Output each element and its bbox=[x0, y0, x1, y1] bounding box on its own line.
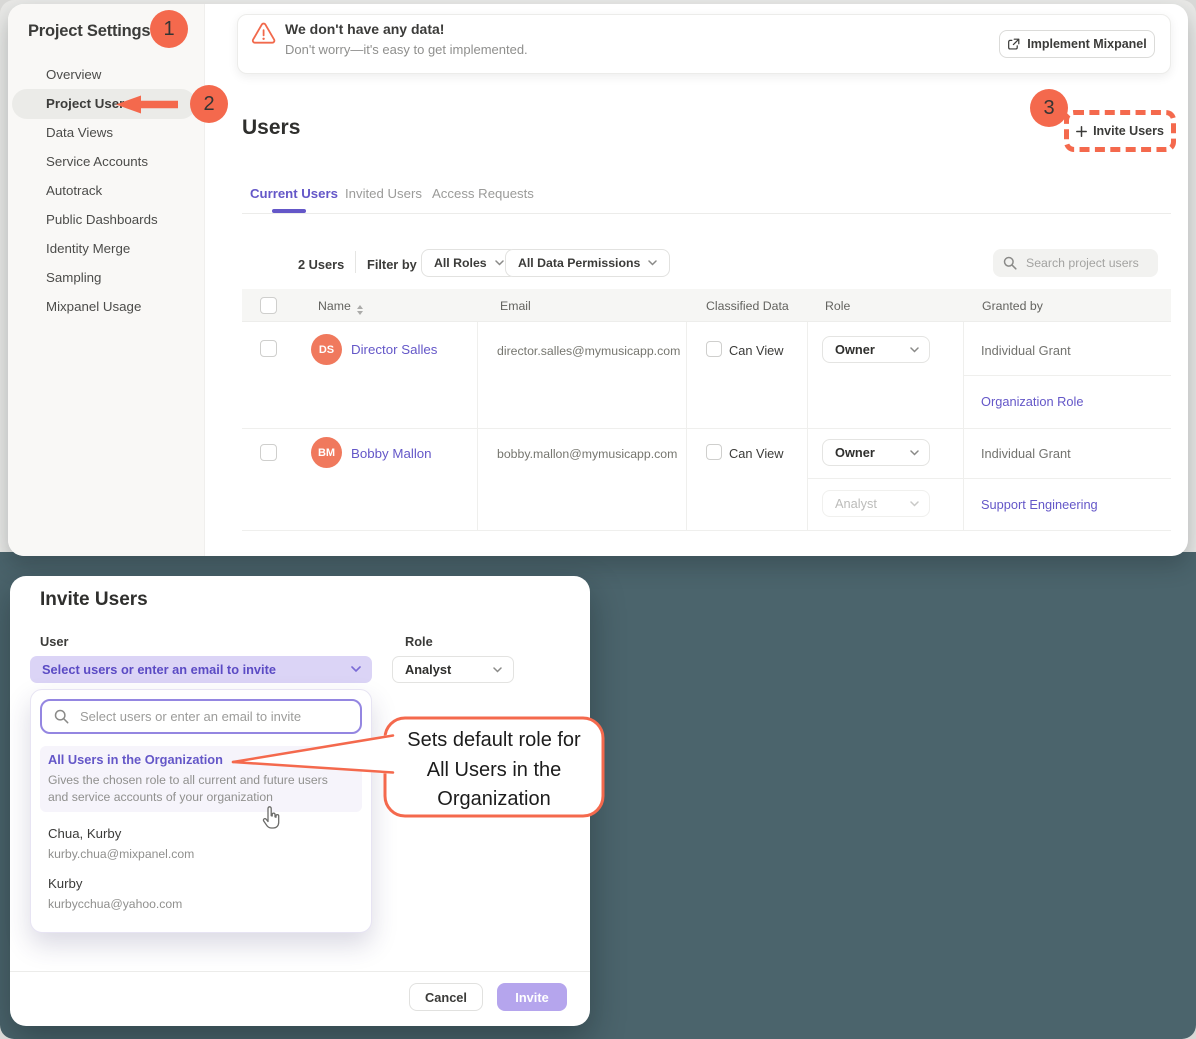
search-icon bbox=[54, 709, 69, 724]
granted-by-value: Individual Grant bbox=[981, 446, 1071, 461]
search-project-users bbox=[993, 249, 1158, 277]
roles-filter-label: All Roles bbox=[434, 256, 487, 270]
role-dropdown[interactable]: Owner bbox=[822, 439, 930, 466]
row-checkbox[interactable] bbox=[260, 444, 277, 461]
toolbar-divider bbox=[355, 251, 356, 273]
plus-icon bbox=[1076, 126, 1087, 137]
role-field-label: Role bbox=[405, 634, 433, 649]
invite-users-button[interactable]: Invite Users bbox=[1072, 120, 1168, 142]
can-view-checkbox[interactable] bbox=[706, 444, 722, 460]
user-name-link[interactable]: Bobby Mallon bbox=[351, 446, 432, 461]
sidebar-item-sampling[interactable]: Sampling bbox=[46, 270, 101, 288]
role-dropdown-disabled: Analyst bbox=[822, 490, 930, 517]
invite-button[interactable]: Invite bbox=[497, 983, 567, 1011]
annotation-badge-1: 1 bbox=[150, 10, 188, 48]
chevron-down-icon bbox=[493, 667, 502, 673]
column-header-name[interactable]: Name bbox=[318, 299, 363, 315]
modal-footer-divider bbox=[10, 971, 590, 972]
warning-icon bbox=[251, 22, 276, 45]
implement-mixpanel-label: Implement Mixpanel bbox=[1027, 37, 1146, 51]
sidebar-item-overview[interactable]: Overview bbox=[46, 67, 101, 85]
option-kurby[interactable]: Kurby kurbycchua@yahoo.com bbox=[48, 876, 182, 913]
user-select-trigger[interactable]: Select users or enter an email to invite bbox=[30, 656, 372, 683]
tab-current-users[interactable]: Current Users bbox=[250, 186, 338, 201]
column-divider bbox=[477, 322, 478, 530]
tab-access-requests[interactable]: Access Requests bbox=[432, 186, 534, 201]
banner-title: We don't have any data! bbox=[285, 21, 444, 37]
sidebar-item-autotrack[interactable]: Autotrack bbox=[46, 183, 102, 201]
chevron-down-icon bbox=[495, 260, 504, 266]
sidebar-item-public-dashboards[interactable]: Public Dashboards bbox=[46, 212, 158, 230]
sort-icon bbox=[357, 305, 363, 315]
table-bottom-border bbox=[242, 530, 1171, 531]
select-all-checkbox[interactable] bbox=[260, 297, 277, 314]
sidebar-item-identity-merge[interactable]: Identity Merge bbox=[46, 241, 130, 259]
sidebar-item-mixpanel-usage[interactable]: Mixpanel Usage bbox=[46, 299, 141, 317]
granted-by-value: Individual Grant bbox=[981, 343, 1071, 358]
column-header-classified: Classified Data bbox=[706, 299, 789, 313]
chevron-down-icon bbox=[351, 666, 361, 673]
option-chua-kurby[interactable]: Chua, Kurby kurby.chua@mixpanel.com bbox=[48, 826, 194, 863]
user-field-label: User bbox=[40, 634, 68, 649]
banner-subtitle: Don't worry—it's easy to get implemented… bbox=[285, 42, 528, 57]
tabs-divider bbox=[242, 213, 1171, 214]
annotation-badge-3: 3 bbox=[1030, 89, 1068, 127]
tab-invited-users[interactable]: Invited Users bbox=[345, 186, 422, 201]
screenshot-root: Project Settings Overview Project Users … bbox=[0, 0, 1196, 1039]
hand-cursor-icon bbox=[260, 806, 282, 830]
user-name-link[interactable]: Director Salles bbox=[351, 342, 437, 357]
user-select-value: Select users or enter an email to invite bbox=[42, 662, 276, 677]
user-count: 2 Users bbox=[298, 257, 344, 272]
chevron-down-icon bbox=[910, 450, 919, 456]
search-icon bbox=[1003, 256, 1017, 270]
role-select-trigger[interactable]: Analyst bbox=[392, 656, 514, 683]
role-dropdown[interactable]: Owner bbox=[822, 336, 930, 363]
column-header-email: Email bbox=[500, 299, 531, 313]
user-email: director.salles@mymusicapp.com bbox=[497, 344, 680, 358]
external-link-icon bbox=[1007, 38, 1020, 51]
implement-mixpanel-button[interactable]: Implement Mixpanel bbox=[999, 30, 1155, 58]
can-view-label: Can View bbox=[729, 446, 784, 461]
column-divider bbox=[686, 322, 687, 530]
annotation-arrow-left-icon bbox=[116, 95, 180, 114]
invite-users-label: Invite Users bbox=[1093, 124, 1164, 138]
sidebar-item-service-accounts[interactable]: Service Accounts bbox=[46, 154, 148, 172]
chevron-down-icon bbox=[910, 501, 919, 507]
granted-by-link[interactable]: Support Engineering bbox=[981, 497, 1098, 512]
chevron-down-icon bbox=[648, 260, 657, 266]
page-title: Users bbox=[242, 116, 300, 140]
role-select-value: Analyst bbox=[405, 662, 451, 677]
grant-sub-divider bbox=[963, 375, 1171, 376]
granted-by-link[interactable]: Organization Role bbox=[981, 394, 1083, 409]
can-view-label: Can View bbox=[729, 343, 784, 358]
sidebar-title: Project Settings bbox=[28, 22, 150, 41]
column-header-granted-by: Granted by bbox=[982, 299, 1043, 313]
avatar: DS bbox=[311, 334, 342, 365]
user-email: bobby.mallon@mymusicapp.com bbox=[497, 447, 677, 461]
row-checkbox[interactable] bbox=[260, 340, 277, 357]
filter-by-label: Filter by bbox=[367, 257, 417, 272]
settings-sidebar bbox=[8, 4, 205, 556]
column-divider bbox=[807, 322, 808, 530]
search-input[interactable] bbox=[1024, 255, 1144, 271]
annotation-badge-2: 2 bbox=[190, 85, 228, 123]
column-header-role: Role bbox=[825, 299, 850, 313]
active-tab-underline bbox=[272, 209, 306, 213]
chevron-down-icon bbox=[910, 347, 919, 353]
permissions-filter-dropdown[interactable]: All Data Permissions bbox=[505, 249, 670, 277]
roles-filter-dropdown[interactable]: All Roles bbox=[421, 249, 517, 277]
can-view-checkbox[interactable] bbox=[706, 341, 722, 357]
callout-text: Sets default role for All Users in the O… bbox=[399, 726, 589, 815]
column-divider bbox=[963, 322, 964, 530]
cancel-button[interactable]: Cancel bbox=[409, 983, 483, 1011]
permissions-filter-label: All Data Permissions bbox=[518, 256, 640, 270]
sidebar-item-data-views[interactable]: Data Views bbox=[46, 125, 113, 143]
row-divider bbox=[242, 428, 1171, 429]
avatar: BM bbox=[311, 437, 342, 468]
modal-title: Invite Users bbox=[40, 589, 148, 611]
grant-sub-divider bbox=[807, 478, 1171, 479]
